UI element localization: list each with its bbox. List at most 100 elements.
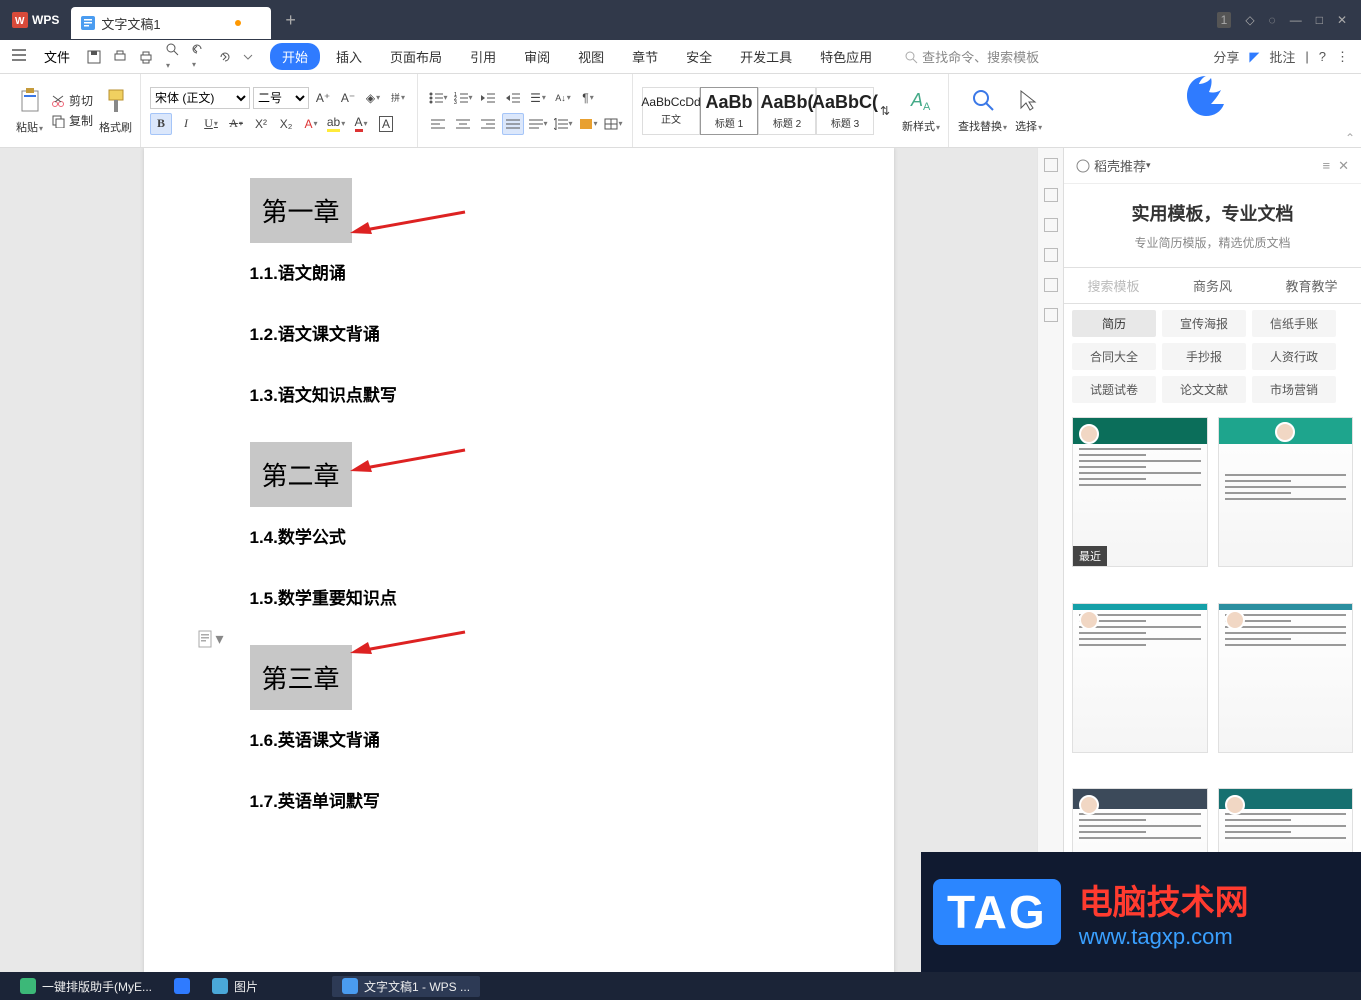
increase-indent-icon[interactable]: [502, 87, 524, 109]
chapter-heading-2[interactable]: 第二章: [250, 442, 352, 507]
template-thumb-4[interactable]: [1218, 603, 1354, 753]
para-symbol-icon[interactable]: ¶: [577, 87, 599, 109]
qat-save-icon[interactable]: [82, 46, 106, 68]
superscript-button[interactable]: X²: [250, 113, 272, 135]
strip-icon-5[interactable]: [1044, 278, 1058, 292]
sp-cat-contract[interactable]: 合同大全: [1072, 343, 1156, 370]
tab-insert[interactable]: 插入: [324, 43, 374, 70]
taskbar-btn-1[interactable]: 一键排版助手(MyE...: [10, 976, 162, 997]
align-left-icon[interactable]: [427, 113, 449, 135]
new-style-button[interactable]: AA 新样式: [902, 88, 940, 134]
shading-icon[interactable]: [577, 113, 599, 135]
help-button[interactable]: ?: [1319, 49, 1326, 64]
sidepanel-search[interactable]: 搜索模板: [1064, 268, 1163, 303]
sp-cat-exam[interactable]: 试题试卷: [1072, 376, 1156, 403]
tab-view[interactable]: 视图: [566, 43, 616, 70]
doc-item-1-2[interactable]: 1.2.语文课文背诵: [250, 320, 814, 345]
document-page[interactable]: 第一章 1.1.语文朗诵 1.2.语文课文背诵 1.3.语文知识点默写 第二章 …: [144, 148, 894, 972]
template-thumb-1[interactable]: 最近: [1072, 417, 1208, 567]
style-heading2[interactable]: AaBb(标题 2: [758, 87, 816, 135]
sp-cat-resume[interactable]: 简历: [1072, 310, 1156, 337]
decrease-font-icon[interactable]: A⁻: [337, 87, 359, 109]
font-name-select[interactable]: 宋体 (正文): [150, 87, 250, 109]
select-button[interactable]: 选择: [1015, 88, 1042, 134]
line-spacing-icon[interactable]: [552, 113, 574, 135]
sp-cat-poster[interactable]: 宣传海报: [1162, 310, 1246, 337]
file-menu[interactable]: 文件: [34, 43, 80, 70]
align-center-icon[interactable]: [452, 113, 474, 135]
user-icon[interactable]: ◌: [1269, 13, 1276, 27]
style-more-icon[interactable]: ⇅: [874, 100, 896, 122]
hamburger-icon[interactable]: [6, 45, 32, 68]
sp-cat-hr[interactable]: 人资行政: [1252, 343, 1336, 370]
qat-redo-icon[interactable]: [212, 47, 236, 67]
canvas-area[interactable]: 第一章 1.1.语文朗诵 1.2.语文课文背诵 1.3.语文知识点默写 第二章 …: [0, 148, 1037, 972]
maximize-button[interactable]: □: [1316, 13, 1323, 27]
share-button[interactable]: 分享: [1213, 47, 1239, 66]
taskbar-btn-4[interactable]: 文字文稿1 - WPS ...: [332, 976, 480, 997]
bullet-list-icon[interactable]: [427, 87, 449, 109]
sp-cat-thesis[interactable]: 论文文献: [1162, 376, 1246, 403]
tab-page-layout[interactable]: 页面布局: [378, 43, 454, 70]
new-tab-button[interactable]: +: [271, 10, 310, 31]
window-count-badge[interactable]: 1: [1217, 12, 1232, 28]
strip-icon-4[interactable]: [1044, 248, 1058, 262]
doc-item-1-3[interactable]: 1.3.语文知识点默写: [250, 381, 814, 406]
tab-start[interactable]: 开始: [270, 43, 320, 70]
doc-item-2-2[interactable]: 1.5.数学重要知识点: [250, 584, 814, 609]
font-size-select[interactable]: 二号: [253, 87, 309, 109]
qat-dropdown-icon[interactable]: [238, 48, 258, 66]
sidepanel-tab-business[interactable]: 商务风: [1163, 268, 1262, 303]
chapter-heading-1[interactable]: 第一章: [250, 178, 352, 243]
chapter-heading-3[interactable]: 第三章: [250, 645, 352, 710]
close-button[interactable]: ✕: [1337, 13, 1347, 27]
align-right-icon[interactable]: [477, 113, 499, 135]
collapse-ribbon-icon[interactable]: ⌃: [1345, 131, 1355, 145]
format-painter-button[interactable]: 格式刷: [99, 87, 132, 135]
skin-icon[interactable]: ◇: [1245, 13, 1254, 27]
sidepanel-list-icon[interactable]: ≡: [1323, 158, 1331, 174]
increase-font-icon[interactable]: A⁺: [312, 87, 334, 109]
strip-icon-1[interactable]: [1044, 158, 1058, 172]
note-button[interactable]: 批注: [1269, 47, 1295, 66]
minimize-button[interactable]: —: [1290, 13, 1302, 27]
subscript-button[interactable]: X₂: [275, 113, 297, 135]
template-thumb-3[interactable]: [1072, 603, 1208, 753]
taskbar-btn-3[interactable]: 图片: [202, 976, 268, 997]
strikethrough-button[interactable]: A: [225, 113, 247, 135]
bold-button[interactable]: B: [150, 113, 172, 135]
qat-preview-icon[interactable]: [160, 38, 184, 75]
sidepanel-tab-education[interactable]: 教育教学: [1262, 268, 1361, 303]
char-border-button[interactable]: A: [375, 113, 397, 135]
strip-icon-3[interactable]: [1044, 218, 1058, 232]
document-tab[interactable]: 文字文稿1: [71, 7, 271, 39]
borders-icon[interactable]: [602, 113, 624, 135]
doc-item-2-1[interactable]: 1.4.数学公式: [250, 523, 814, 548]
tab-chapter[interactable]: 章节: [620, 43, 670, 70]
wps-logo[interactable]: W WPS: [0, 0, 71, 40]
doc-item-1-1[interactable]: 1.1.语文朗诵: [250, 259, 814, 284]
clear-format-icon[interactable]: ◈: [362, 87, 384, 109]
taskbar-btn-2[interactable]: [164, 976, 200, 996]
sidepanel-close-icon[interactable]: ✕: [1338, 158, 1349, 174]
font-effects-button[interactable]: A: [300, 113, 322, 135]
tab-devtools[interactable]: 开发工具: [728, 43, 804, 70]
number-list-icon[interactable]: 123: [452, 87, 474, 109]
tab-special[interactable]: 特色应用: [808, 43, 884, 70]
highlight-button[interactable]: ab: [325, 113, 347, 135]
sp-cat-letter[interactable]: 信纸手账: [1252, 310, 1336, 337]
template-thumb-2[interactable]: [1218, 417, 1354, 567]
sp-cat-newspaper[interactable]: 手抄报: [1162, 343, 1246, 370]
tab-references[interactable]: 引用: [458, 43, 508, 70]
asian-layout-icon[interactable]: ☰: [527, 87, 549, 109]
phonetic-icon[interactable]: 拼: [387, 87, 409, 109]
find-replace-button[interactable]: 查找替换: [958, 88, 1007, 134]
align-distribute-icon[interactable]: [527, 113, 549, 135]
cut-button[interactable]: 剪切: [51, 92, 93, 109]
paste-options-icon[interactable]: ▾: [198, 629, 224, 649]
doc-item-3-1[interactable]: 1.6.英语课文背诵: [250, 726, 814, 751]
style-normal[interactable]: AaBbCcDd正文: [642, 87, 700, 135]
tab-security[interactable]: 安全: [674, 43, 724, 70]
underline-button[interactable]: U: [200, 113, 222, 135]
doc-item-3-2[interactable]: 1.7.英语单词默写: [250, 787, 814, 812]
